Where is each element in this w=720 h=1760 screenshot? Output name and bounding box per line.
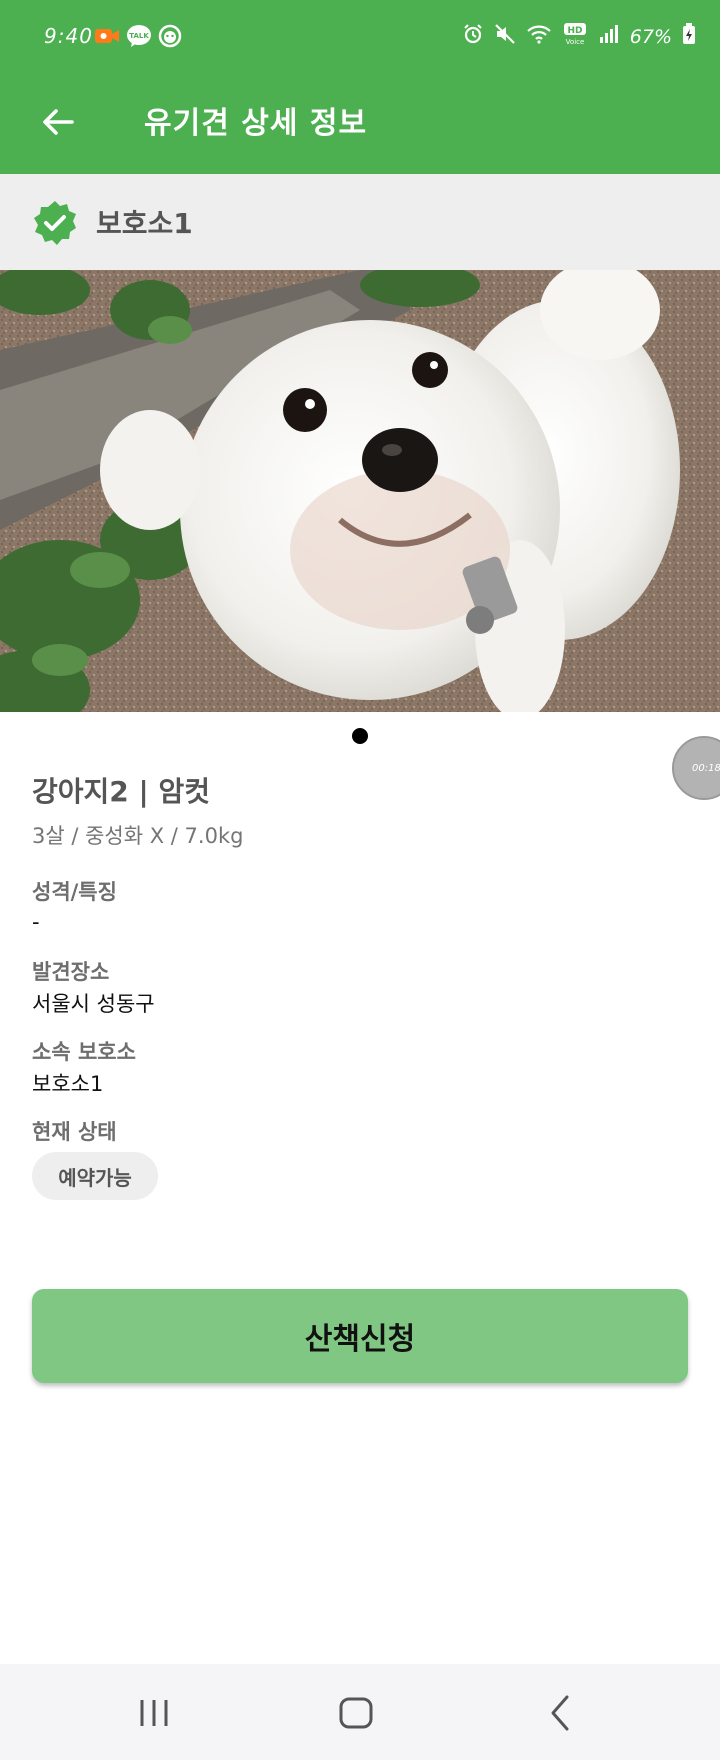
- carousel-indicator: [352, 728, 368, 744]
- personality-value: -: [32, 910, 40, 934]
- back-icon: [551, 1695, 569, 1731]
- notification-icons: TALK: [94, 24, 182, 52]
- recent-apps-icon: [140, 1700, 168, 1726]
- found-place-label: 발견장소: [32, 960, 110, 984]
- verified-badge-icon: [34, 201, 76, 245]
- hd-label: HD: [567, 26, 582, 36]
- battery-icon: [682, 23, 696, 50]
- signal-icon: [598, 23, 620, 50]
- system-status-icons: HD Voice 67%: [462, 22, 696, 51]
- shelter-name: 보호소1: [96, 207, 193, 240]
- recent-apps-button[interactable]: [124, 1688, 184, 1738]
- app-bar: 유기견 상세 정보: [0, 74, 720, 174]
- status-label: 현재 상태: [32, 1120, 117, 1144]
- walk-request-button[interactable]: 산책신청: [32, 1289, 688, 1383]
- dog-title: 강아지2 | 암컷: [32, 775, 211, 808]
- page-title: 유기견 상세 정보: [144, 106, 368, 141]
- shelter-bar: 보호소1: [0, 174, 720, 270]
- video-record-icon: [94, 26, 120, 50]
- hd-sub-label: Voice: [565, 38, 584, 46]
- home-button[interactable]: [326, 1688, 386, 1738]
- kakaotalk-label: TALK: [129, 32, 149, 40]
- status-time: 9:40: [44, 24, 93, 48]
- status-bar: 9:40 TALK HD Voice 67%: [0, 0, 720, 74]
- app-face-icon: [158, 24, 182, 52]
- floating-timer[interactable]: 00:18: [672, 736, 720, 800]
- navigation-bar: [0, 1664, 720, 1760]
- battery-percent: 67%: [629, 25, 672, 48]
- status-badge: 예약가능: [32, 1152, 158, 1200]
- wifi-icon: [526, 23, 552, 50]
- arrow-left-icon: [43, 109, 74, 135]
- system-back-button[interactable]: [530, 1688, 590, 1738]
- back-button[interactable]: [32, 96, 84, 148]
- kakaotalk-icon: TALK: [126, 24, 152, 52]
- personality-label: 성격/특징: [32, 880, 117, 904]
- home-icon: [339, 1697, 373, 1729]
- dog-summary: 3살 / 중성화 X / 7.0kg: [32, 824, 244, 848]
- found-place-value: 서울시 성동구: [32, 992, 155, 1016]
- shelter-label: 소속 보호소: [32, 1040, 136, 1064]
- alarm-icon: [462, 23, 484, 50]
- hd-voice-icon: HD Voice: [562, 22, 588, 51]
- mute-icon: [494, 23, 516, 50]
- dog-photo[interactable]: [0, 270, 720, 712]
- shelter-value: 보호소1: [32, 1072, 104, 1096]
